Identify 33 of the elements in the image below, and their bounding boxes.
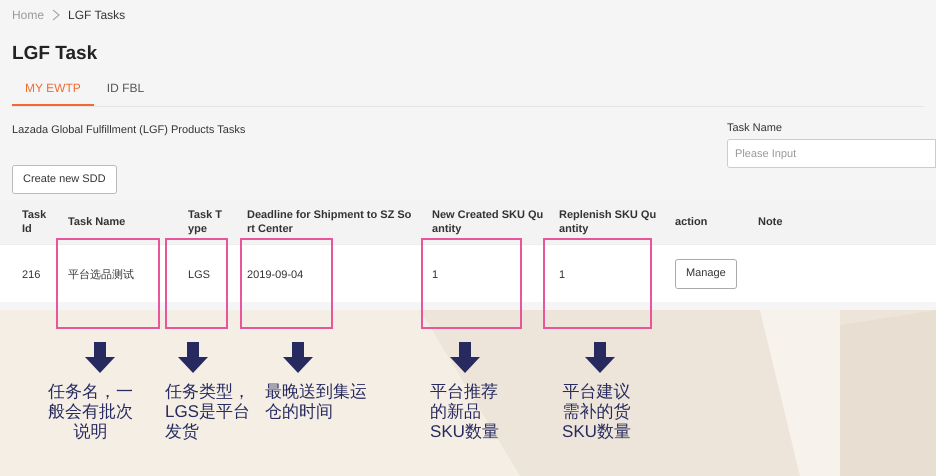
new-sku-cell: 1 xyxy=(432,268,438,280)
task-name-cell: 平台选品测试 xyxy=(68,268,134,280)
breadcrumb-item[interactable]: LGF Tasks xyxy=(68,6,126,24)
create-sdd-button[interactable]: Create new SDD xyxy=(12,165,117,194)
page-title: LGF Task xyxy=(11,42,98,66)
column-header: Note xyxy=(758,215,784,229)
annotation-text: 任务类型， LGS是平台 发货 xyxy=(165,382,250,442)
annotation-text: 平台建议 需补的货 SKU数量 xyxy=(562,382,631,442)
description-text: Lazada Global Fulfillment (LGF) Products Tasks xyxy=(12,122,246,138)
task-id-cell: 216 xyxy=(22,268,40,280)
annotation-text: 平台推荐 的新品 SKU数量 xyxy=(430,382,499,442)
replenish-sku-cell: 1 xyxy=(559,268,566,280)
field-label: Task Name xyxy=(727,120,784,136)
down-arrow-icon xyxy=(178,342,208,373)
down-arrow-icon xyxy=(85,342,115,373)
column-header: Replenish SKU Qu antity xyxy=(559,208,658,236)
column-header: New Created SKU Qu antity xyxy=(432,208,544,236)
annotation-text: 任务名，一 般会有批次 说明 xyxy=(48,382,133,442)
column-header: Task T ype xyxy=(188,208,224,236)
column-header: Deadline for Shipment to SZ So rt Center xyxy=(247,208,412,236)
deadline-cell: 2019-09-04 xyxy=(247,268,304,280)
task-type-cell: LGS xyxy=(188,268,210,280)
column-header: Task Name xyxy=(68,215,126,229)
annotation-text: 最晚送到集运 仓的时间 xyxy=(265,382,367,422)
down-arrow-icon xyxy=(450,342,480,373)
chevron-icon xyxy=(52,9,60,21)
down-arrow-icon xyxy=(283,342,313,373)
down-arrow-icon xyxy=(585,342,615,373)
task-name-input[interactable]: Please Input xyxy=(727,139,936,168)
column-header: action xyxy=(675,215,708,229)
column-header: Task Id xyxy=(22,208,48,236)
manage-button[interactable]: Manage xyxy=(675,258,737,288)
tab[interactable]: ID FBL xyxy=(94,78,158,106)
